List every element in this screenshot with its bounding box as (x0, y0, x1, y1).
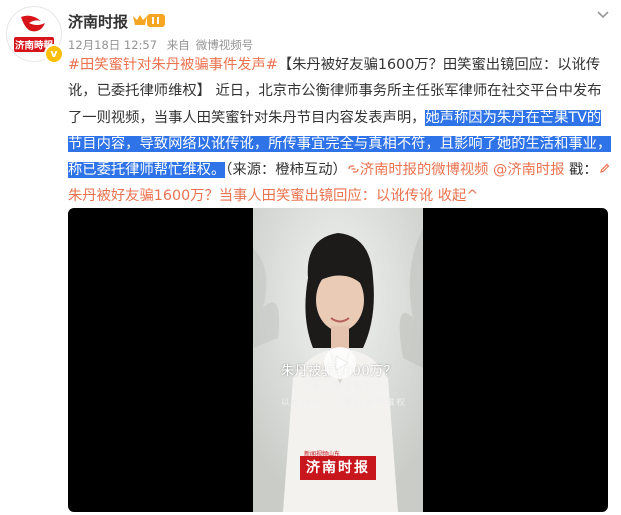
pencil-icon (599, 163, 609, 174)
post-date[interactable]: 12月18日 12:57 (68, 38, 157, 52)
stamp-label: 戳： (569, 162, 598, 179)
post-source[interactable]: 微博视频号 (196, 38, 254, 52)
vip-badge-icon[interactable] (130, 12, 166, 29)
video-caption-line-2: 以讹传讹，已委托律师维权 (281, 398, 408, 408)
video-watermark: 济南时报 (300, 456, 376, 480)
video-link[interactable]: 济南时报的微博视频 (347, 162, 489, 179)
stamp-link-label: 朱丹被好友骗1600万？当事人田笑蜜出镜回应：以讹传讹 (68, 188, 434, 205)
topic-link[interactable]: #田笑蜜针对朱丹被骗事件发声# (68, 57, 278, 73)
collapse-button[interactable]: 收起^ (438, 188, 479, 204)
video-player[interactable]: 朱丹被骗1600万？ 当事人田笑蜜回应 以讹传讹，已委托律师维权 新闻视频山东 … (68, 208, 608, 512)
chevron-down-icon[interactable] (595, 6, 611, 22)
mention-link[interactable]: @济南时报 (493, 162, 564, 178)
post-text-2: （来源：橙柿互动） (225, 162, 347, 179)
video-caption-line-1: 当事人田笑蜜回应 (301, 382, 386, 392)
video-link-label: 济南时报的微博视频 (359, 162, 489, 179)
play-icon[interactable] (323, 346, 357, 380)
post-meta: 12月18日 12:57 来自 微博视频号 (68, 37, 259, 53)
source-prefix: 来自 (166, 38, 190, 52)
author-name[interactable]: 济南时报 (68, 11, 128, 32)
post-body: #田笑蜜针对朱丹被骗事件发声#【朱丹被好友骗1600万？田笑蜜出镜回应：以讹传讹… (68, 52, 614, 210)
verified-badge-icon: v (44, 44, 64, 64)
link-icon (348, 165, 359, 173)
